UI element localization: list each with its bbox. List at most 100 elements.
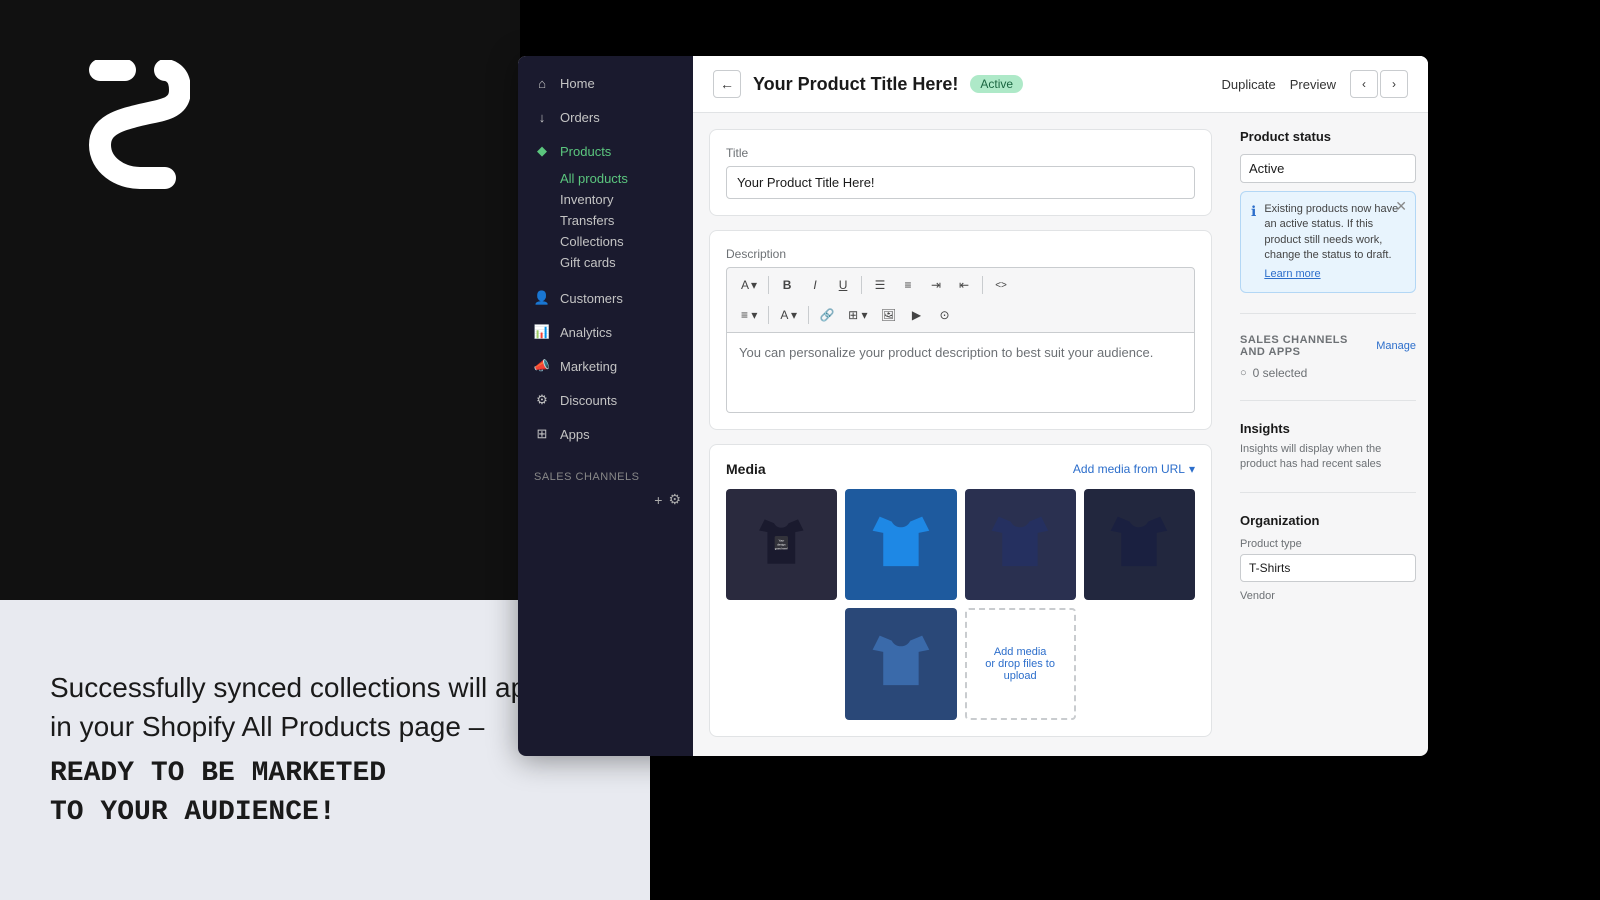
media-header: Media Add media from URL ▾ — [726, 461, 1195, 477]
title-input[interactable] — [726, 166, 1195, 199]
align-selector-button[interactable]: ≡ ▾ — [735, 302, 763, 328]
prev-arrow-button[interactable]: ‹ — [1350, 70, 1378, 98]
insights-text: Insights will display when the product h… — [1240, 442, 1416, 473]
product-type-input[interactable] — [1240, 554, 1416, 582]
unordered-list-button[interactable]: ☰ — [867, 272, 893, 298]
description-card: Description A ▾ B I U — [709, 230, 1212, 430]
indent-button[interactable]: ⇥ — [923, 272, 949, 298]
media-thumb-blue[interactable] — [845, 489, 956, 600]
sidebar-item-discounts[interactable]: ⚙ Discounts — [518, 383, 693, 417]
media-grid: Your design goes here! — [726, 489, 1195, 720]
radio-icon: ○ — [1240, 367, 1247, 379]
sidebar-item-label: Marketing — [560, 359, 617, 374]
sidebar-sub-all-products[interactable]: All products — [518, 168, 693, 189]
sidebar-sub-collections[interactable]: Collections — [518, 231, 693, 252]
sidebar-item-home[interactable]: ⌂ Home — [518, 66, 693, 100]
logo-icon — [70, 60, 190, 190]
color-picker-button[interactable]: A ▾ — [774, 302, 803, 328]
sidebar-item-customers[interactable]: 👤 Customers — [518, 281, 693, 315]
editor-body[interactable]: You can personalize your product descrip… — [726, 333, 1195, 413]
org-title: Organization — [1240, 513, 1416, 528]
embed-button[interactable]: ⊙ — [931, 302, 957, 328]
outdent-button[interactable]: ⇤ — [951, 272, 977, 298]
sidebar-sub-transfers[interactable]: Transfers — [518, 210, 693, 231]
chevron-down-icon: ▾ — [1189, 462, 1195, 476]
back-button[interactable]: ← — [713, 70, 741, 98]
channel-settings-icon[interactable]: ⚙ — [668, 491, 681, 508]
sidebar-item-label: Home — [560, 76, 595, 91]
sales-channels-section: SALES CHANNELS AND APPS Manage ○ 0 selec… — [1240, 334, 1416, 380]
product-status-title: Product status — [1240, 129, 1416, 144]
topbar-right: Duplicate Preview ‹ › — [1222, 70, 1408, 98]
organization-section: Organization Product type Vendor — [1240, 513, 1416, 606]
info-close-button[interactable]: ✕ — [1395, 198, 1407, 215]
add-channel-icon[interactable]: + — [654, 492, 662, 508]
insights-section: Insights Insights will display when the … — [1240, 421, 1416, 473]
video-button[interactable]: ▶ — [903, 302, 929, 328]
media-thumb-navy[interactable] — [965, 489, 1076, 600]
topbar: ← Your Product Title Here! Active Duplic… — [693, 56, 1428, 113]
image-button[interactable]: 🖼 — [875, 302, 901, 328]
toolbar-separator-4 — [768, 306, 769, 324]
sidebar-item-analytics[interactable]: 📊 Analytics — [518, 315, 693, 349]
sidebar-item-label: Apps — [560, 427, 590, 442]
editor-toolbar: A ▾ B I U ☰ ≡ ⇥ ⇤ — [726, 267, 1195, 333]
description-label: Description — [726, 247, 1195, 261]
manage-link[interactable]: Manage — [1376, 340, 1416, 352]
status-select[interactable]: Active Draft — [1240, 154, 1416, 183]
sidebar-sub-inventory[interactable]: Inventory — [518, 189, 693, 210]
media-thumb-dark-navy[interactable] — [1084, 489, 1195, 600]
learn-more-link[interactable]: Learn more — [1264, 268, 1320, 280]
link-button[interactable]: 🔗 — [814, 302, 840, 328]
sidebar-actions-row: + ⚙ — [518, 487, 693, 508]
underline-button[interactable]: U — [830, 272, 856, 298]
font-selector-button[interactable]: A ▾ — [735, 272, 763, 298]
content-left: Title Description A ▾ — [693, 113, 1228, 756]
sidebar-item-label: Products — [560, 144, 611, 159]
topbar-left: ← Your Product Title Here! Active — [713, 70, 1023, 98]
tshirt-main-icon: Your design goes here! — [748, 511, 815, 578]
divider-1 — [1240, 313, 1416, 314]
divider-3 — [1240, 492, 1416, 493]
tshirt-navy-icon — [981, 506, 1059, 584]
preview-button[interactable]: Preview — [1290, 77, 1336, 92]
nav-arrows: ‹ › — [1350, 70, 1408, 98]
title-card: Title — [709, 129, 1212, 216]
ordered-list-button[interactable]: ≡ — [895, 272, 921, 298]
sidebar-item-label: Discounts — [560, 393, 617, 408]
bold-button[interactable]: B — [774, 272, 800, 298]
sidebar: ⌂ Home ↓ Orders ◆ Products All products … — [518, 56, 693, 756]
toolbar-separator-5 — [808, 306, 809, 324]
sidebar-item-orders[interactable]: ↓ Orders — [518, 100, 693, 134]
duplicate-button[interactable]: Duplicate — [1222, 77, 1276, 92]
apps-icon: ⊞ — [534, 426, 550, 442]
sidebar-item-marketing[interactable]: 📣 Marketing — [518, 349, 693, 383]
content-area: Title Description A ▾ — [693, 113, 1428, 756]
customers-icon: 👤 — [534, 290, 550, 306]
media-title: Media — [726, 461, 766, 477]
media-upload-placeholder[interactable]: Add media or drop files to upload — [965, 608, 1076, 719]
tshirt-blue-icon — [862, 506, 940, 584]
italic-button[interactable]: I — [802, 272, 828, 298]
main-wrapper: Successfully synced collections will app… — [0, 0, 1600, 900]
title-label: Title — [726, 146, 1195, 160]
media-thumb-main[interactable]: Your design goes here! — [726, 489, 837, 600]
media-thumb-light-blue[interactable] — [845, 608, 956, 719]
info-content: Existing products now have an active sta… — [1264, 202, 1405, 282]
insights-title: Insights — [1240, 421, 1416, 436]
code-button[interactable]: <> — [988, 272, 1014, 298]
sidebar-item-label: Analytics — [560, 325, 612, 340]
tshirt-dark-navy-icon — [1100, 506, 1178, 584]
sidebar-item-apps[interactable]: ⊞ Apps — [518, 417, 693, 451]
shopify-panel: ⌂ Home ↓ Orders ◆ Products All products … — [518, 56, 1428, 756]
sidebar-item-label: Customers — [560, 291, 623, 306]
channels-count: ○ 0 selected — [1240, 366, 1416, 380]
table-button[interactable]: ⊞ ▾ — [842, 302, 873, 328]
tshirt-light-blue-icon — [862, 625, 940, 703]
add-media-button[interactable]: Add media from URL ▾ — [1073, 462, 1195, 476]
next-arrow-button[interactable]: › — [1380, 70, 1408, 98]
products-icon: ◆ — [534, 143, 550, 159]
sidebar-item-products[interactable]: ◆ Products — [518, 134, 693, 168]
content-right: Product status Active Draft ℹ Existing p… — [1228, 113, 1428, 756]
sidebar-sub-gift-cards[interactable]: Gift cards — [518, 252, 693, 273]
